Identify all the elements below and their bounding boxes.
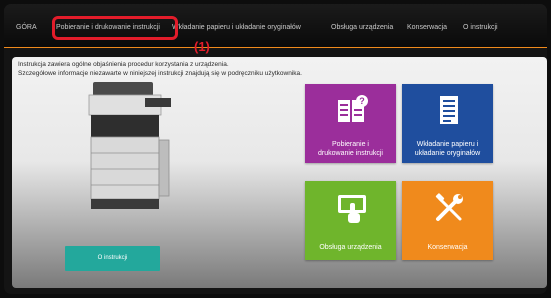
printer-illustration <box>88 82 171 209</box>
intro-text-line-2: Szczegółowe informacje niezawarte w nini… <box>18 70 302 77</box>
tile-ops-label: Obsługa urządzenia <box>319 244 382 251</box>
document-question-icon: ? <box>338 95 368 122</box>
tile-device-operation[interactable]: Obsługa urządzenia <box>305 181 396 260</box>
main-content: Instrukcja zawiera ogólne objaśnienia pr… <box>12 57 547 288</box>
tile-print-manual[interactable]: ? Pobieranie i drukowanie instrukcji <box>305 84 396 163</box>
tile-paper-label-2: układanie oryginałów <box>414 150 481 157</box>
svg-text:?: ? <box>359 96 365 106</box>
nav-about[interactable]: O instrukcji <box>463 23 498 33</box>
top-navigation-bar: GÓRA Pobieranie i drukowanie instrukcji … <box>4 4 547 48</box>
nav-home[interactable]: GÓRA <box>16 23 37 33</box>
tile-maint-label: Konserwacja <box>427 244 468 251</box>
nav-device-operation[interactable]: Obsługa urządzenia <box>331 23 393 33</box>
highlight-frame <box>52 16 178 40</box>
about-manual-button[interactable]: O instrukcji <box>65 246 160 271</box>
tile-maintenance[interactable]: Konserwacja <box>402 181 493 260</box>
nav-maintenance[interactable]: Konserwacja <box>407 23 447 33</box>
app-window: GÓRA Pobieranie i drukowanie instrukcji … <box>4 4 547 294</box>
callout-label: (1) <box>194 39 210 54</box>
tile-paper-label-1: Wkładanie papieru i <box>416 141 479 148</box>
tools-icon <box>435 193 463 221</box>
intro-text-line-1: Instrukcja zawiera ogólne objaśnienia pr… <box>18 61 229 68</box>
nav-load-paper[interactable]: Wkładanie papieru i układanie oryginałów <box>172 23 301 33</box>
tile-print-label-2: drukowanie instrukcji <box>318 150 383 157</box>
tile-load-paper[interactable]: Wkładanie papieru i układanie oryginałów <box>402 84 493 163</box>
touch-panel-icon <box>338 195 366 223</box>
tile-print-label-1: Pobieranie i <box>332 141 369 148</box>
document-list-icon <box>440 96 458 124</box>
